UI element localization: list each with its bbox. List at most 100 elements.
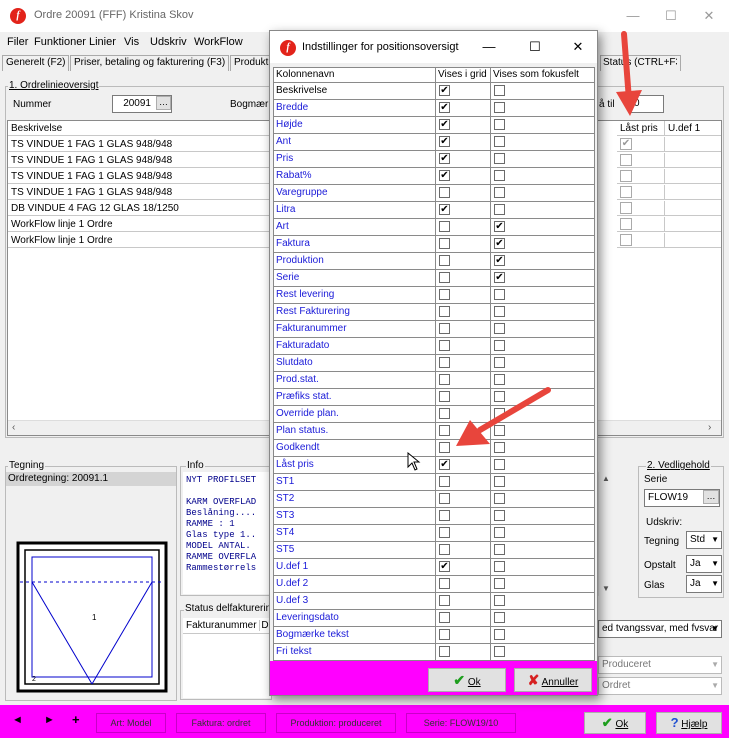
vises-som-fokusfelt-checkbox[interactable] bbox=[494, 561, 505, 572]
table-row[interactable]: WorkFlow linje 1 Ordre bbox=[8, 233, 278, 248]
scroll-left-icon[interactable]: ‹ bbox=[12, 422, 15, 433]
vises-som-fokusfelt-checkbox[interactable] bbox=[494, 289, 505, 300]
vises-i-grid-checkbox[interactable] bbox=[439, 544, 450, 555]
vises-i-grid-checkbox[interactable] bbox=[439, 289, 450, 300]
info-vertical-scrollbar[interactable]: ▲ ▼ bbox=[598, 472, 613, 596]
vises-i-grid-checkbox[interactable] bbox=[439, 595, 450, 606]
vises-i-grid-checkbox[interactable] bbox=[439, 408, 450, 419]
dialog-maximize-button[interactable]: ☐ bbox=[520, 37, 550, 57]
vises-i-grid-checkbox[interactable]: ✔ bbox=[439, 85, 450, 96]
next-record-icon[interactable]: ► bbox=[44, 714, 55, 726]
dialog-minimize-button[interactable]: — bbox=[474, 37, 504, 57]
vises-i-grid-checkbox[interactable]: ✔ bbox=[439, 561, 450, 572]
laast-pris-checkbox[interactable] bbox=[620, 186, 632, 198]
table-row[interactable]: TS VINDUE 1 FAG 1 GLAS 948/948 bbox=[8, 169, 278, 184]
vises-i-grid-checkbox[interactable] bbox=[439, 612, 450, 623]
glas-select[interactable]: Ja ▼ bbox=[686, 575, 722, 593]
close-button[interactable]: ✕ bbox=[694, 6, 724, 26]
vises-i-grid-checkbox[interactable] bbox=[439, 374, 450, 385]
til-field[interactable]: 0 bbox=[630, 95, 664, 113]
vises-som-fokusfelt-checkbox[interactable] bbox=[494, 391, 505, 402]
menu-vis[interactable]: Vis bbox=[124, 36, 139, 48]
vises-som-fokusfelt-checkbox[interactable] bbox=[494, 527, 505, 538]
grid-header-udef1[interactable]: U.def 1 bbox=[668, 123, 700, 134]
vises-som-fokusfelt-checkbox[interactable] bbox=[494, 459, 505, 470]
vises-som-fokusfelt-checkbox[interactable] bbox=[494, 510, 505, 521]
table-row[interactable]: TS VINDUE 1 FAG 1 GLAS 948/948 bbox=[8, 137, 278, 152]
opstalt-select[interactable]: Ja ▼ bbox=[686, 555, 722, 573]
tab-status[interactable]: Status (CTRL+F3) bbox=[600, 55, 681, 71]
vises-i-grid-checkbox[interactable] bbox=[439, 272, 450, 283]
menu-linier[interactable]: Linier bbox=[89, 36, 116, 48]
vises-som-fokusfelt-checkbox[interactable] bbox=[494, 170, 505, 181]
vises-som-fokusfelt-checkbox[interactable] bbox=[494, 425, 505, 436]
serie-lookup-button[interactable]: … bbox=[703, 490, 719, 504]
vises-som-fokusfelt-checkbox[interactable] bbox=[494, 578, 505, 589]
laast-pris-checkbox[interactable] bbox=[620, 234, 632, 246]
tegning-select[interactable]: Std ▼ bbox=[686, 531, 722, 549]
vises-som-fokusfelt-checkbox[interactable]: ✔ bbox=[494, 238, 505, 249]
minimize-button[interactable]: — bbox=[618, 6, 648, 26]
laast-pris-checkbox[interactable] bbox=[620, 154, 632, 166]
vises-som-fokusfelt-checkbox[interactable] bbox=[494, 629, 505, 640]
laast-pris-checkbox[interactable] bbox=[620, 218, 632, 230]
vises-som-fokusfelt-checkbox[interactable] bbox=[494, 85, 505, 96]
scroll-right-icon[interactable]: › bbox=[708, 422, 711, 433]
vises-i-grid-checkbox[interactable] bbox=[439, 323, 450, 334]
vises-som-fokusfelt-checkbox[interactable] bbox=[494, 119, 505, 130]
menu-udskriv[interactable]: Udskriv bbox=[150, 36, 187, 48]
maximize-button[interactable]: ☐ bbox=[656, 6, 686, 26]
dialog-close-button[interactable]: ✕ bbox=[563, 37, 593, 57]
vises-i-grid-checkbox[interactable] bbox=[439, 442, 450, 453]
vises-som-fokusfelt-checkbox[interactable] bbox=[494, 646, 505, 657]
vises-i-grid-checkbox[interactable] bbox=[439, 238, 450, 249]
vises-i-grid-checkbox[interactable] bbox=[439, 187, 450, 198]
table-row[interactable]: WorkFlow linje 1 Ordre bbox=[8, 217, 278, 232]
first-record-icon[interactable]: ◄ bbox=[12, 714, 23, 726]
vises-som-fokusfelt-checkbox[interactable] bbox=[494, 544, 505, 555]
vises-i-grid-checkbox[interactable] bbox=[439, 527, 450, 538]
vises-som-fokusfelt-checkbox[interactable]: ✔ bbox=[494, 255, 505, 266]
laast-pris-checkbox[interactable]: ✔ bbox=[620, 138, 632, 150]
vises-i-grid-checkbox[interactable]: ✔ bbox=[439, 459, 450, 470]
tab-generelt[interactable]: Generelt (F2) bbox=[2, 55, 70, 71]
vises-som-fokusfelt-checkbox[interactable] bbox=[494, 340, 505, 351]
add-record-icon[interactable]: + bbox=[72, 712, 80, 727]
vises-i-grid-checkbox[interactable] bbox=[439, 510, 450, 521]
vises-som-fokusfelt-checkbox[interactable] bbox=[494, 612, 505, 623]
vises-i-grid-checkbox[interactable] bbox=[439, 221, 450, 232]
vises-i-grid-checkbox[interactable]: ✔ bbox=[439, 102, 450, 113]
vises-i-grid-checkbox[interactable] bbox=[439, 629, 450, 640]
vises-som-fokusfelt-checkbox[interactable] bbox=[494, 136, 505, 147]
tab-priser[interactable]: Priser, betaling og fakturering (F3) bbox=[70, 55, 230, 71]
vises-som-fokusfelt-checkbox[interactable] bbox=[494, 187, 505, 198]
vises-som-fokusfelt-checkbox[interactable] bbox=[494, 102, 505, 113]
dialog-cancel-button[interactable]: ✘ Annuller bbox=[514, 668, 592, 692]
ordret-select[interactable]: Ordret ▼ bbox=[598, 677, 722, 695]
vises-i-grid-checkbox[interactable]: ✔ bbox=[439, 204, 450, 215]
table-row[interactable]: DB VINDUE 4 FAG 12 GLAS 18/1250 bbox=[8, 201, 278, 216]
grid-header-beskrivelse[interactable]: Beskrivelse bbox=[8, 121, 278, 136]
vises-i-grid-checkbox[interactable] bbox=[439, 306, 450, 317]
vises-i-grid-checkbox[interactable] bbox=[439, 255, 450, 266]
laast-pris-checkbox[interactable] bbox=[620, 170, 632, 182]
vises-som-fokusfelt-checkbox[interactable] bbox=[494, 595, 505, 606]
grid-header-laast-pris[interactable]: Låst pris bbox=[620, 123, 658, 134]
tegning-item[interactable]: Ordretegning: 20091.1 bbox=[6, 472, 176, 486]
menu-workflow[interactable]: WorkFlow bbox=[194, 36, 243, 48]
vises-som-fokusfelt-checkbox[interactable]: ✔ bbox=[494, 221, 505, 232]
vises-i-grid-checkbox[interactable] bbox=[439, 493, 450, 504]
menu-funktioner[interactable]: Funktioner bbox=[34, 36, 86, 48]
main-ok-button[interactable]: ✔ Ok bbox=[584, 712, 646, 734]
vises-i-grid-checkbox[interactable] bbox=[439, 340, 450, 351]
table-row[interactable]: TS VINDUE 1 FAG 1 GLAS 948/948 bbox=[8, 185, 278, 200]
vises-som-fokusfelt-checkbox[interactable] bbox=[494, 323, 505, 334]
vises-i-grid-checkbox[interactable]: ✔ bbox=[439, 170, 450, 181]
vises-som-fokusfelt-checkbox[interactable] bbox=[494, 374, 505, 385]
vises-i-grid-checkbox[interactable] bbox=[439, 578, 450, 589]
vises-i-grid-checkbox[interactable] bbox=[439, 646, 450, 657]
vises-som-fokusfelt-checkbox[interactable] bbox=[494, 442, 505, 453]
vises-som-fokusfelt-checkbox[interactable] bbox=[494, 306, 505, 317]
vises-som-fokusfelt-checkbox[interactable] bbox=[494, 153, 505, 164]
scroll-up-icon[interactable]: ▲ bbox=[602, 474, 610, 483]
